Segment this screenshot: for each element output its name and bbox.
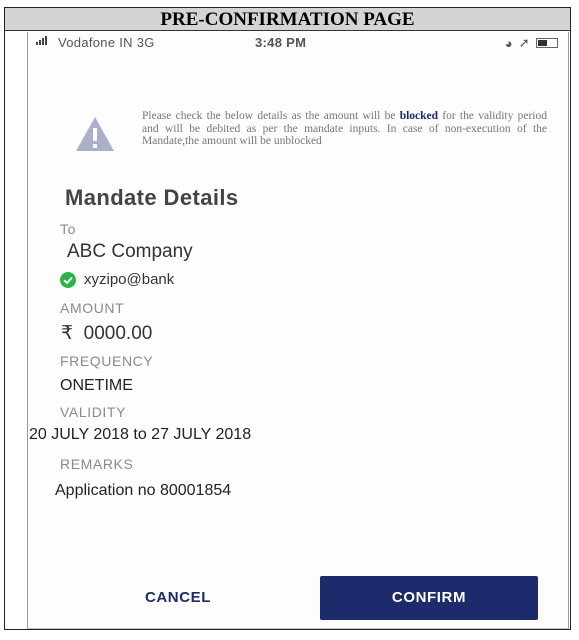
frequency-label: FREQUENCY xyxy=(60,353,154,369)
status-bar: Vodafone IN 3G 3:48 PM ◕ ➚ xyxy=(28,32,568,52)
payee-vpa: xyzipo@bank xyxy=(84,271,175,288)
cancel-button[interactable]: CANCEL xyxy=(123,576,233,620)
document-frame: PRE-CONFIRMATION PAGE Vodafone IN 3G 3:4… xyxy=(4,7,571,630)
notice-bold-word: blocked xyxy=(399,110,439,122)
warning-triangle-icon xyxy=(76,117,114,151)
signal-bars-icon xyxy=(36,36,47,45)
battery-icon xyxy=(536,38,558,48)
amount-label: AMOUNT xyxy=(60,300,125,316)
page-title: PRE-CONFIRMATION PAGE xyxy=(5,8,570,31)
payee-name: ABC Company xyxy=(67,241,193,262)
location-arrow-icon: ➚ xyxy=(518,35,530,50)
amount-number: 0000.00 xyxy=(83,323,153,344)
validity-label: VALIDITY xyxy=(60,404,127,420)
phone-screen: Vodafone IN 3G 3:48 PM ◕ ➚ Please check … xyxy=(27,32,569,629)
status-time: 3:48 PM xyxy=(255,35,307,50)
notice-text-start: Please check the below details as the am… xyxy=(142,110,400,122)
lock-rotation-icon: ◕ xyxy=(504,35,513,51)
remarks-value: Application no 80001854 xyxy=(55,482,232,499)
confirm-button[interactable]: CONFIRM xyxy=(320,576,538,620)
validity-value: 20 JULY 2018 to 27 JULY 2018 xyxy=(29,426,252,443)
verified-check-icon xyxy=(60,272,76,288)
carrier-name: Vodafone IN 3G xyxy=(58,35,155,50)
section-title: Mandate Details xyxy=(65,185,239,210)
rupee-symbol: ₹ xyxy=(61,323,74,344)
to-label: To xyxy=(60,221,76,237)
block-notice: Please check the below details as the am… xyxy=(142,110,547,148)
frequency-value: ONETIME xyxy=(60,377,133,394)
remarks-label: REMARKS xyxy=(60,456,134,472)
status-icons: ◕ ➚ xyxy=(505,35,558,51)
amount-value: ₹ 0000.00 xyxy=(61,322,152,345)
